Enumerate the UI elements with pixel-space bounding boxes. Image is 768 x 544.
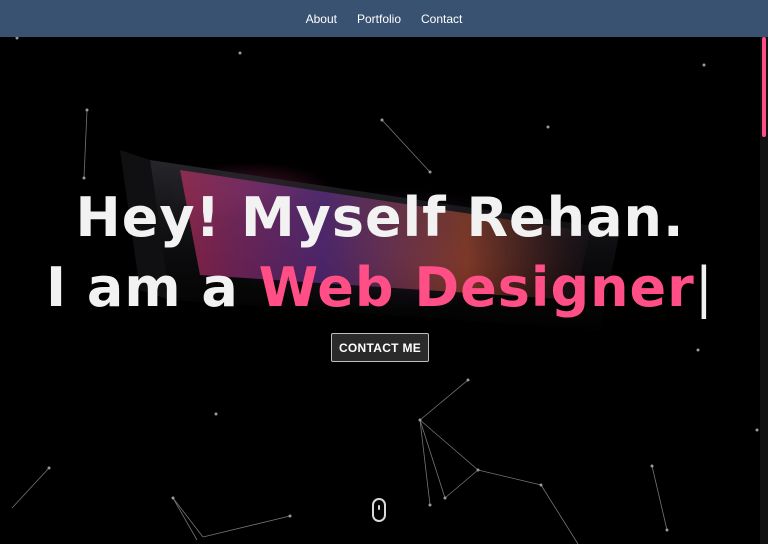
hero-role-prefix: I am a <box>45 256 259 319</box>
nav-portfolio-link[interactable]: Portfolio <box>357 12 401 26</box>
mouse-icon[interactable] <box>372 498 386 522</box>
nav-about-link[interactable]: About <box>306 12 337 26</box>
hero-heading: Hey! Myself Rehan. I am a Web Designer| <box>0 182 760 324</box>
top-navbar: About Portfolio Contact <box>0 0 768 37</box>
typed-role-text: Web Designer <box>258 256 695 319</box>
typing-cursor: | <box>694 256 714 319</box>
page-scrollbar[interactable] <box>760 37 768 544</box>
page: About Portfolio Contact Hey! Myself Reha… <box>0 0 768 544</box>
hero-greeting: Hey! Myself Rehan. <box>75 186 685 249</box>
mouse-wheel <box>378 505 380 510</box>
contact-me-button[interactable]: CONTACT ME <box>331 333 429 362</box>
scrollbar-thumb[interactable] <box>762 37 766 137</box>
nav-contact-link[interactable]: Contact <box>421 12 462 26</box>
hero-role-line: I am a Web Designer| <box>0 252 760 324</box>
